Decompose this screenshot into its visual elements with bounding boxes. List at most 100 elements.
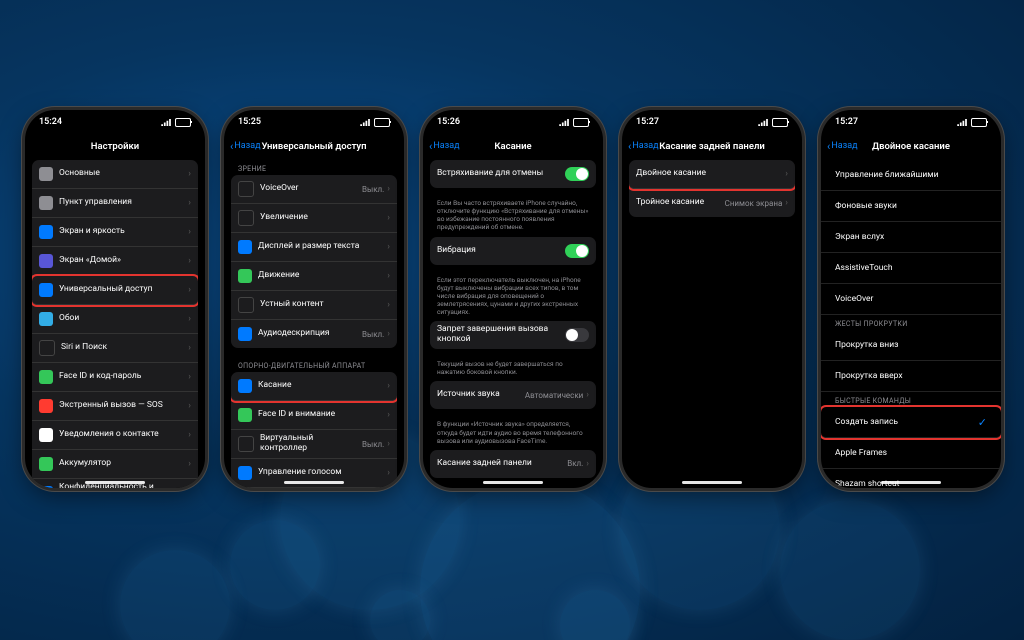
settings-row[interactable]: Вибрация [430,237,596,265]
settings-row[interactable]: Обои› [32,305,198,334]
home-indicator[interactable] [284,481,344,484]
row-label: Запрет завершения вызова кнопкой [437,325,565,345]
row-icon [238,269,252,283]
toggle[interactable] [565,244,589,258]
row-label: Пункт управления [59,198,188,208]
option-row[interactable]: Экран вслух [821,222,1001,253]
option-row[interactable]: Управление ближайшими [821,160,1001,191]
row-label: Встряхивание для отмены [437,169,565,179]
home-indicator[interactable] [85,481,145,484]
navbar: ‹ Назад Касание задней панели [622,134,802,158]
row-icon [238,436,254,452]
option-row[interactable]: Прокрутка вниз [821,330,1001,361]
row-icon [39,167,53,181]
row-label: Устный контент [260,300,387,310]
settings-row[interactable]: Касание› [231,372,397,401]
back-label: Назад [234,141,260,151]
back-button[interactable]: ‹ Назад [827,141,858,152]
settings-row[interactable]: Запрет завершения вызова кнопкой [430,321,596,349]
option-row[interactable]: Shazam shortcut [821,469,1001,488]
settings-row[interactable]: Источник звукаАвтоматически› [430,381,596,409]
settings-row[interactable]: Двойное касание› [629,160,795,189]
option-row[interactable]: Прокрутка вверх [821,361,1001,392]
settings-row[interactable]: АудиодескрипцияВыкл.› [231,320,397,348]
settings-row[interactable]: Экстренный вызов — SOS› [32,392,198,421]
signal-icon [360,119,371,126]
settings-row[interactable]: Экран и яркость› [32,218,198,247]
settings-row[interactable]: Тройное касаниеСнимок экрана› [629,189,795,217]
option-label: Экран вслух [835,232,987,242]
settings-row[interactable]: Увеличение› [231,204,397,233]
chevron-right-icon: › [188,401,191,411]
stage: 15:24 Настройки Основные›Пункт управлени… [0,0,1024,640]
section-header: ЖЕСТЫ ПРОКРУТКИ [821,315,1001,330]
screen: ‹ Назад Универсальный доступ ЗРЕНИЕ Voic… [224,134,404,488]
settings-row[interactable]: Экран «Домой»› [32,247,198,276]
home-indicator[interactable] [483,481,543,484]
back-button[interactable]: ‹ Назад [429,141,460,152]
footer-text: Текущий вызов не будет завершаться по на… [423,358,603,381]
battery-icon [772,118,788,127]
option-label: Apple Frames [835,448,987,458]
navbar: ‹ Назад Касание [423,134,603,158]
row-icon [238,297,254,313]
settings-row[interactable]: Siri и Поиск› [32,334,198,363]
chevron-left-icon: ‹ [429,141,432,152]
row-label: Источник звука [437,390,525,400]
back-button[interactable]: ‹ Назад [230,141,261,152]
settings-row[interactable]: Движение› [231,262,397,291]
option-row[interactable]: Создать запись✓ [821,407,1001,438]
settings-row[interactable]: Основные› [32,160,198,189]
option-list: Управление ближайшими Фоновые звуки Экран … [821,160,1001,488]
clock: 15:27 [835,117,858,127]
settings-row[interactable]: Аккумулятор› [32,450,198,479]
chevron-right-icon: › [586,390,589,400]
settings-row[interactable]: Устный контент› [231,291,397,320]
home-indicator[interactable] [682,481,742,484]
notch [875,110,947,128]
settings-row[interactable]: Виртуальный контроллерВыкл.› [231,430,397,459]
row-icon [39,486,53,488]
row-icon [238,466,252,480]
bokeh [780,500,920,640]
row-label: Siri и Поиск [61,343,188,353]
settings-row[interactable]: Face ID и код-пароль› [32,363,198,392]
back-button[interactable]: ‹ Назад [628,141,659,152]
battery-icon [175,118,191,127]
signal-icon [758,119,769,126]
settings-row[interactable]: Уведомления о контакте› [32,421,198,450]
page-title: Касание [494,141,531,152]
check-icon: ✓ [978,416,987,429]
notch [278,110,350,128]
settings-row[interactable]: Face ID и внимание› [231,401,397,430]
settings-row[interactable]: Универсальный доступ› [32,276,198,305]
row-icon [39,370,53,384]
clock: 15:25 [238,117,261,127]
option-label: Фоновые звуки [835,201,987,211]
option-row[interactable]: VoiceOver [821,284,1001,315]
battery-icon [573,118,589,127]
settings-row[interactable]: VoiceOverВыкл.› [231,175,397,204]
option-row[interactable]: Фоновые звуки [821,191,1001,222]
row-icon [238,327,252,341]
bokeh [230,520,320,610]
toggle[interactable] [565,328,589,342]
chevron-right-icon: › [188,256,191,266]
phone-touch: 15:26 ‹ Назад Касание Встряхивание для о… [423,110,603,488]
option-row[interactable]: Apple Frames [821,438,1001,469]
settings-row[interactable]: Пункт управления› [32,189,198,218]
option-row[interactable]: AssistiveTouch [821,253,1001,284]
settings-row[interactable]: Дисплей и размер текста› [231,233,397,262]
chevron-right-icon: › [387,468,390,478]
chevron-right-icon: › [387,329,390,339]
toggle[interactable] [565,167,589,181]
row-label: Движение [258,271,387,281]
chevron-right-icon: › [387,439,390,449]
settings-row[interactable]: Встряхивание для отмены [430,160,596,188]
page-title: Касание задней панели [659,141,765,152]
settings-row[interactable]: Касание задней панелиВкл.› [430,450,596,478]
chevron-right-icon: › [387,213,390,223]
status-indicators [957,118,987,127]
option-label: Управление ближайшими [835,170,987,180]
home-indicator[interactable] [881,481,941,484]
